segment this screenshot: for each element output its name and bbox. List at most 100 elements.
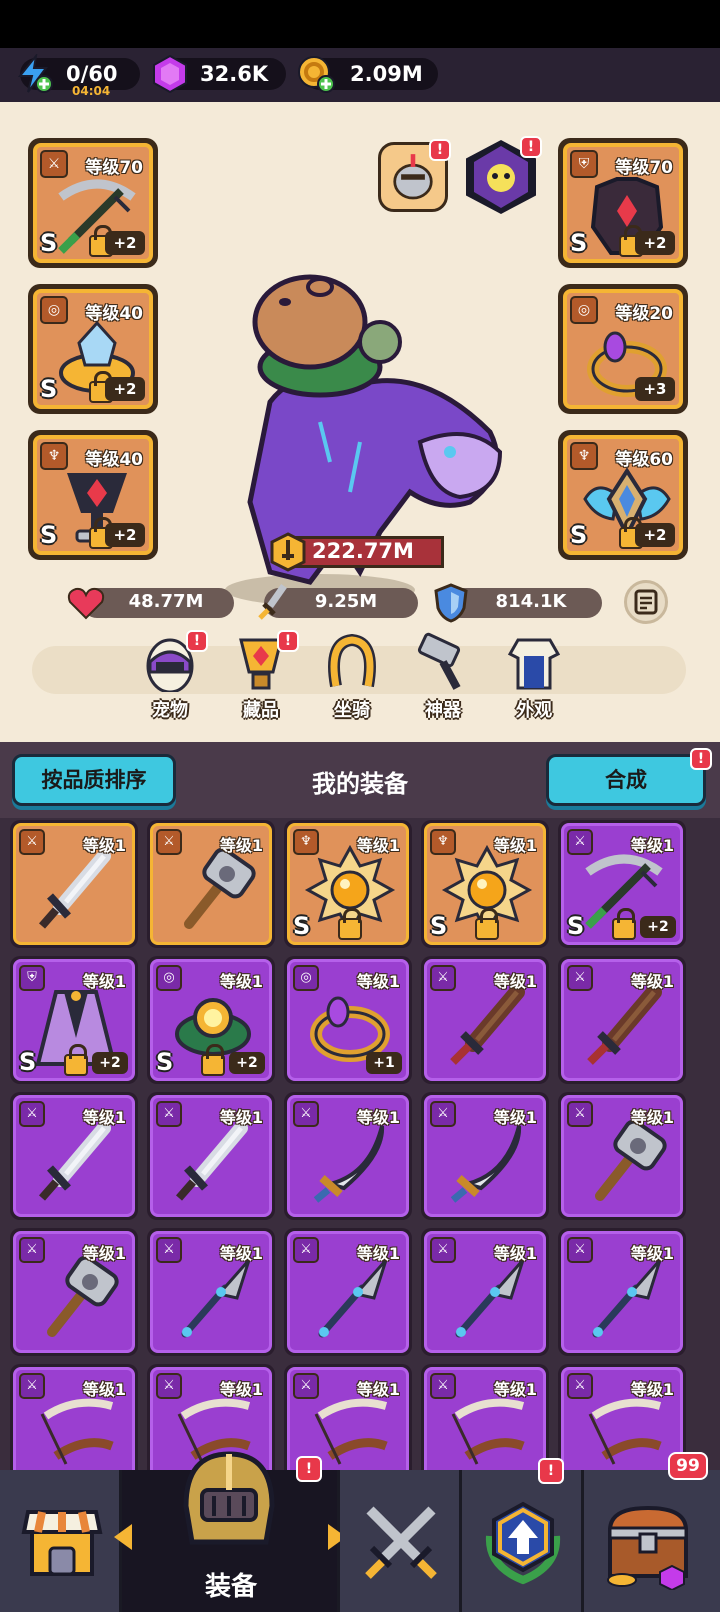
inventory-item-frame: ⚔ 等级1 bbox=[287, 1095, 409, 1217]
inventory-item[interactable]: ⚔ 等级1 bbox=[10, 820, 138, 948]
menu-label: 坐骑 bbox=[334, 700, 370, 721]
item-type-badge: ◎ bbox=[156, 965, 182, 991]
energy-counter[interactable]: 0/60 04:04 bbox=[17, 54, 140, 98]
item-type-badge: ⚔ bbox=[293, 1237, 319, 1263]
inventory-item[interactable]: ⚔ 等级1 bbox=[421, 1364, 549, 1470]
sword-icon bbox=[38, 1121, 111, 1201]
inventory-item[interactable]: ⚔ 等级1 bbox=[10, 1364, 138, 1470]
list-details-icon bbox=[634, 589, 658, 615]
hero-panel: ! ! 222.77M 48.77M 9.25M 814.1K 宠物 ! 藏品 … bbox=[0, 102, 720, 742]
item-level: 等级1 bbox=[493, 1244, 537, 1263]
menu-label: 宠物 bbox=[152, 700, 188, 721]
inventory-item[interactable]: ⚔ 等级1 S +2 bbox=[558, 820, 686, 948]
attack-value: 9.25M bbox=[314, 591, 378, 612]
inventory-item-frame: ⚔ 等级1 bbox=[150, 823, 272, 945]
menu-alert-badge: ! bbox=[277, 630, 299, 652]
inventory-item[interactable]: ⚔ 等级1 bbox=[10, 1092, 138, 1220]
item-type-badge: ⚔ bbox=[19, 829, 45, 855]
energy-bolt-icon bbox=[17, 54, 53, 93]
item-plus: +2 bbox=[229, 1052, 265, 1074]
inventory-item-frame: ⚔ 等级1 bbox=[13, 1231, 135, 1353]
inventory-item[interactable]: ⚔ 等级1 bbox=[421, 956, 549, 1084]
slot-level: 等级60 bbox=[615, 450, 673, 470]
slot-grade: S bbox=[40, 521, 58, 549]
inventory-item[interactable]: ⚔ 等级1 bbox=[558, 1092, 686, 1220]
inventory-item[interactable]: ⚔ 等级1 bbox=[284, 1228, 412, 1356]
inventory-item[interactable]: ⚔ 等级1 bbox=[147, 1228, 275, 1356]
details-button[interactable] bbox=[624, 580, 668, 624]
slot-type-badge: ◎ bbox=[40, 296, 68, 324]
inventory-item-frame: ⚔ 等级1 bbox=[424, 1095, 546, 1217]
item-type-badge: ◎ bbox=[293, 965, 319, 991]
scimitar-icon bbox=[313, 1125, 385, 1203]
inventory-item[interactable]: ⚔ 等级1 bbox=[558, 1364, 686, 1470]
sword-icon bbox=[175, 1121, 248, 1201]
nav-treasure[interactable]: 99 bbox=[584, 1452, 720, 1612]
inventory-item[interactable]: ⚔ 等级1 bbox=[147, 1092, 275, 1220]
gem-counter[interactable]: 32.6K bbox=[153, 54, 286, 94]
item-level: 等级1 bbox=[82, 1108, 126, 1127]
nav-upgrade[interactable]: ! bbox=[462, 1458, 584, 1612]
item-level: 等级1 bbox=[493, 836, 537, 855]
menu-outfit[interactable]: 外观 bbox=[494, 632, 574, 722]
defense-stat: 814.1K bbox=[434, 583, 602, 623]
inventory-item[interactable]: ⚔ 等级1 bbox=[558, 1228, 686, 1356]
slot-plus: +3 bbox=[635, 377, 675, 401]
inventory-item-frame: ⚔ 等级1 bbox=[424, 959, 546, 1081]
nav-shop[interactable] bbox=[0, 1470, 122, 1612]
merge-button[interactable]: 合成 bbox=[546, 754, 706, 806]
inventory-item[interactable]: ♆ 等级1 S bbox=[284, 820, 412, 948]
item-level: 等级1 bbox=[493, 1380, 537, 1399]
inventory-item[interactable]: ⚔ 等级1 bbox=[10, 1228, 138, 1356]
hp-value: 48.77M bbox=[128, 591, 204, 612]
inventory-item-frame: ◎ 等级1 +1 bbox=[287, 959, 409, 1081]
inventory-item[interactable]: ◎ 等级1 +1 bbox=[284, 956, 412, 1084]
equip-slot-frame: ⛨ 等级70 S +2 bbox=[563, 143, 683, 263]
inventory-item[interactable]: ◎ 等级1 S +2 bbox=[147, 956, 275, 1084]
item-level: 等级1 bbox=[82, 1244, 126, 1263]
inventory-item-frame: ⚔ 等级1 bbox=[561, 1231, 683, 1353]
inventory-item-frame: ⚔ 等级1 bbox=[561, 1367, 683, 1470]
inventory-item[interactable]: ⚔ 等级1 bbox=[284, 1364, 412, 1470]
equip-slot-right[interactable]: ♆ 等级60 S +2 bbox=[558, 430, 688, 560]
inventory-item[interactable]: ⚔ 等级1 bbox=[421, 1228, 549, 1356]
nav-equipment[interactable]: ! 装备 bbox=[114, 1451, 346, 1612]
item-level: 等级1 bbox=[219, 1244, 263, 1263]
item-type-badge: ⚔ bbox=[293, 1101, 319, 1127]
menu-mount-horseshoe[interactable]: 坐骑 bbox=[312, 632, 392, 722]
inventory-item[interactable]: ⛨ 等级1 S +2 bbox=[10, 956, 138, 1084]
inventory-item[interactable]: ⚔ 等级1 bbox=[421, 1092, 549, 1220]
equip-slot-left[interactable]: ◎ 等级40 S +2 bbox=[28, 284, 158, 414]
inventory-item[interactable]: ♆ 等级1 S bbox=[421, 820, 549, 948]
inventory-item[interactable]: ⚔ 等级1 bbox=[558, 956, 686, 1084]
menu-label: 外观 bbox=[516, 700, 552, 721]
equip-slot-left[interactable]: ♆ 等级40 S +2 bbox=[28, 430, 158, 560]
item-level: 等级1 bbox=[630, 836, 674, 855]
gold-counter[interactable]: 2.09M bbox=[298, 56, 438, 93]
slot-grade: S bbox=[570, 229, 588, 257]
nav-treasure-count-badge: 99 bbox=[668, 1452, 708, 1480]
helmet-icon bbox=[183, 1451, 275, 1545]
equip-slot-right[interactable]: ◎ 等级20 +3 bbox=[558, 284, 688, 414]
equip-slot-left[interactable]: ⚔ 等级70 S +2 bbox=[28, 138, 158, 268]
chevron-left-icon bbox=[114, 1524, 132, 1550]
inventory-item[interactable]: ⚔ 等级1 bbox=[147, 820, 275, 948]
item-level: 等级1 bbox=[219, 1380, 263, 1399]
item-level: 等级1 bbox=[219, 1108, 263, 1127]
inventory-item-frame: ⚔ 等级1 bbox=[424, 1367, 546, 1470]
merge-alert-badge: ! bbox=[690, 748, 712, 770]
menu-pet-egg[interactable]: 宠物! bbox=[130, 630, 210, 722]
menu-artifact-hammer[interactable]: 神器 bbox=[403, 632, 483, 722]
sort-by-quality-button[interactable]: 按品质排序 bbox=[12, 754, 176, 806]
artifact-hammer-icon bbox=[417, 632, 461, 690]
item-type-badge: ⚔ bbox=[293, 1373, 319, 1399]
equip-slot-right[interactable]: ⛨ 等级70 S +2 bbox=[558, 138, 688, 268]
inventory-item[interactable]: ⚔ 等级1 bbox=[284, 1092, 412, 1220]
nav-battle[interactable] bbox=[340, 1470, 462, 1612]
treasure-chest-icon bbox=[607, 1505, 689, 1590]
item-type-badge: ⛨ bbox=[19, 965, 45, 991]
inventory-grid: ⚔ 等级1 ⚔ 等级1 ♆ 等级1 S ♆ 等级1 S ⚔ 等级1 S +2 ⛨ 等级1 S +2 ◎ 等级1 S +2 ◎… bbox=[0, 818, 720, 1470]
inventory-item-frame: ⚔ 等级1 bbox=[424, 1231, 546, 1353]
defense-value: 814.1K bbox=[495, 591, 567, 612]
menu-collection-trophy[interactable]: 藏品! bbox=[221, 630, 301, 722]
